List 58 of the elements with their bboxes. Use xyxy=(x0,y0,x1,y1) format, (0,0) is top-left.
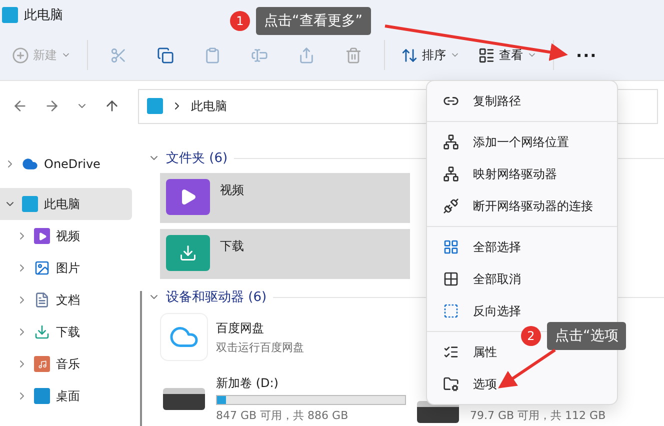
menu-item[interactable]: 选项 xyxy=(431,368,613,400)
section-title: 文件夹 (6) xyxy=(166,150,228,167)
properties-icon xyxy=(443,344,459,360)
device-name: 新加卷 (D:) xyxy=(216,375,280,392)
sidebar-item[interactable]: 文档 xyxy=(0,284,132,316)
trash-icon xyxy=(345,46,362,64)
sidebar-item[interactable]: OneDrive xyxy=(0,148,132,180)
cloud-app-icon xyxy=(160,313,208,361)
sidebar-item[interactable]: 图片 xyxy=(0,252,132,284)
callout-tooltip: 点击“查看更多” xyxy=(256,7,371,35)
device-detail: 双击运行百度网盘 xyxy=(216,340,305,354)
list-icon xyxy=(478,46,495,64)
disconnect-icon xyxy=(443,198,459,214)
video-folder-icon xyxy=(166,179,210,215)
menu-item[interactable]: 添加一个网络位置 xyxy=(431,126,613,158)
window-title: 此电脑 xyxy=(24,7,63,24)
sidebar-item[interactable]: 此电脑 xyxy=(0,188,132,220)
folder-gear-icon xyxy=(443,376,459,392)
arrow xyxy=(498,348,556,388)
download-icon xyxy=(34,324,50,340)
more-button[interactable]: ··· xyxy=(562,38,612,72)
grid-icon xyxy=(443,271,459,287)
sort-button[interactable]: 排序 xyxy=(393,38,468,72)
sidebar-item[interactable]: 桌面 xyxy=(0,380,132,412)
menu-item[interactable]: 全部选择 xyxy=(431,231,613,263)
plus-icon xyxy=(12,46,29,64)
rename-icon xyxy=(251,46,268,64)
network-drive-icon xyxy=(443,166,459,182)
sidebar-item[interactable]: 音乐 xyxy=(0,348,132,380)
folder-tile[interactable]: 下载 xyxy=(160,229,410,279)
scrollbar[interactable] xyxy=(140,291,142,426)
menu-item[interactable]: 断开网络驱动器的连接 xyxy=(431,190,613,222)
music-icon xyxy=(34,356,50,372)
sort-icon xyxy=(401,46,418,64)
cloud-icon xyxy=(22,156,38,172)
callout-tooltip: 点击“选项 xyxy=(547,322,626,350)
menu-item[interactable]: 全部取消 xyxy=(431,263,613,295)
folder-tile[interactable]: 视频 xyxy=(160,173,410,223)
copy-icon xyxy=(157,46,174,64)
download-folder-icon xyxy=(166,235,210,271)
device-detail: 847 GB 可用，共 886 GB xyxy=(216,408,350,423)
view-button[interactable]: 查看 xyxy=(470,38,545,72)
drive-icon xyxy=(163,388,205,410)
section-title: 设备和驱动器 (6) xyxy=(166,289,267,306)
device-detail: 79.7 GB 可用，共 112 GB xyxy=(470,408,607,423)
document-icon xyxy=(34,292,50,308)
sidebar-item[interactable]: 视频 xyxy=(0,220,132,252)
select-all-icon xyxy=(443,239,459,255)
scissors-icon xyxy=(110,46,127,64)
invert-selection-icon xyxy=(443,303,459,319)
sidebar-item[interactable]: 下载 xyxy=(0,316,132,348)
video-folder-icon xyxy=(34,228,50,244)
device-name: 百度网盘 xyxy=(216,320,265,336)
share-icon xyxy=(298,46,315,64)
clipboard-icon xyxy=(204,46,221,64)
network-icon xyxy=(443,134,459,150)
picture-icon xyxy=(34,260,50,276)
menu-item[interactable]: 映射网络驱动器 xyxy=(431,158,613,190)
